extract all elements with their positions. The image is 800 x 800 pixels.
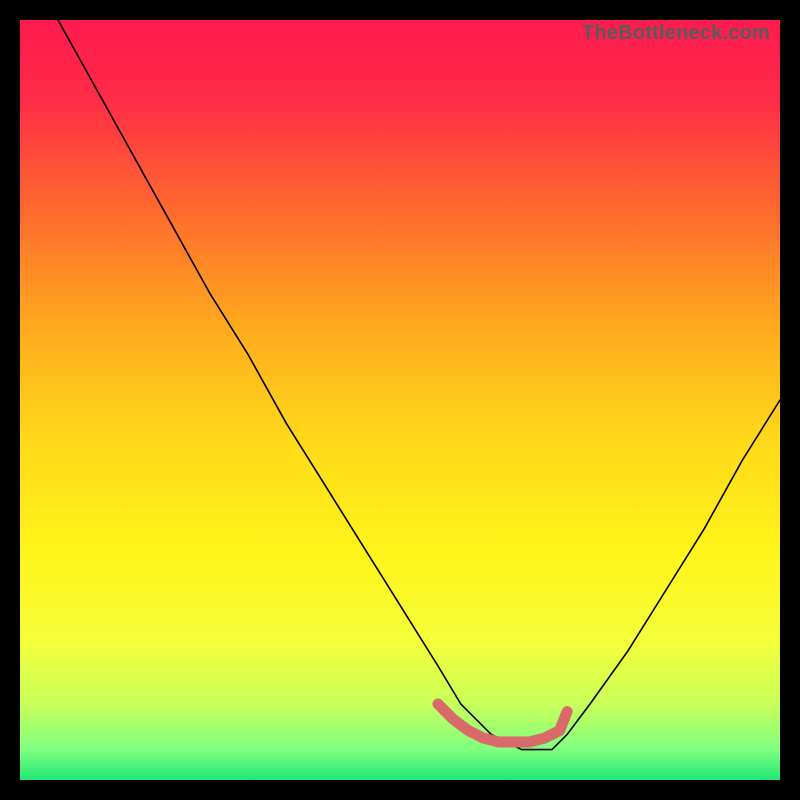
gradient-background <box>20 20 780 780</box>
chart-svg <box>20 20 780 780</box>
plot-area: TheBottleneck.com <box>20 20 780 780</box>
chart-frame: TheBottleneck.com <box>0 0 800 800</box>
watermark-text: TheBottleneck.com <box>582 22 770 45</box>
